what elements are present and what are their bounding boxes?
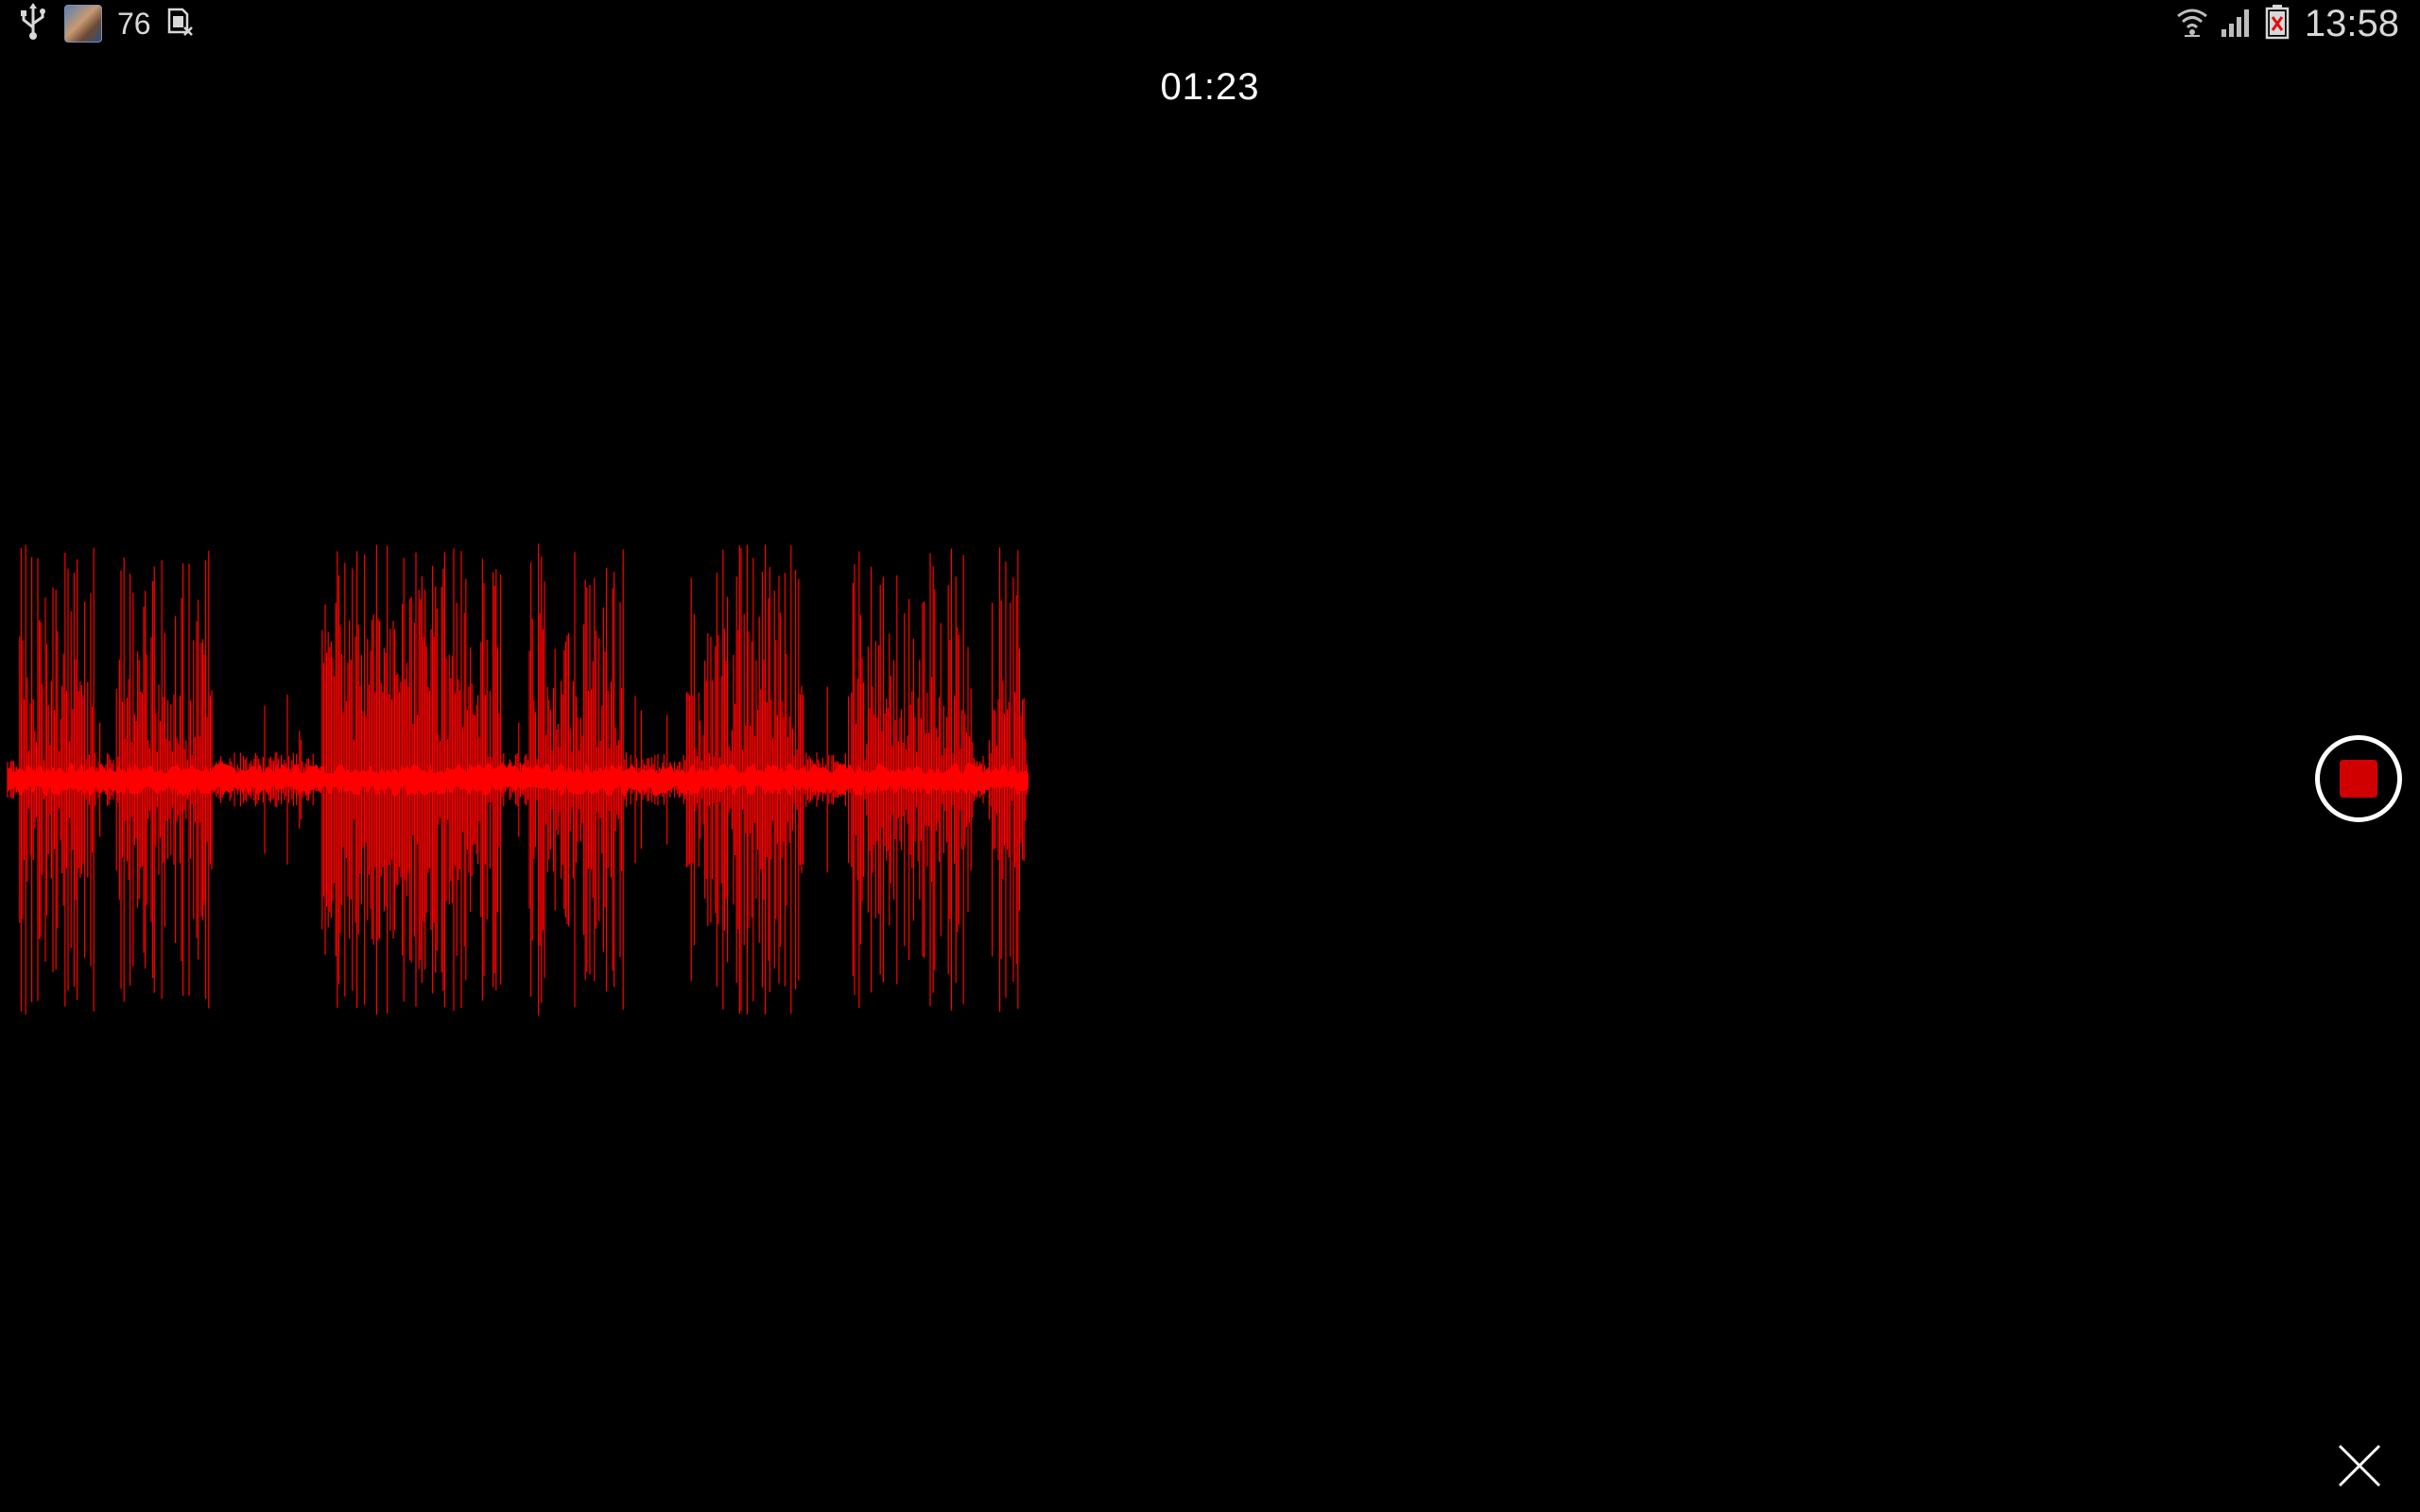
audio-waveform <box>7 543 1028 1016</box>
elapsed-timer: 01:23 <box>1160 66 1260 108</box>
signal-icon <box>2220 5 2254 43</box>
notification-count: 76 <box>117 6 151 41</box>
status-bar: 76 13:58 <box>0 0 2420 47</box>
close-button[interactable] <box>2335 1441 2384 1490</box>
stop-record-button[interactable] <box>2315 735 2402 822</box>
status-clock: 13:58 <box>2304 2 2399 44</box>
status-bar-left: 76 <box>17 2 195 45</box>
close-icon <box>2338 1444 2381 1487</box>
battery-icon <box>2265 4 2290 44</box>
app-avatar-icon <box>64 5 102 43</box>
wifi-icon <box>2176 5 2208 43</box>
usb-icon <box>17 2 49 45</box>
stop-record-icon <box>2340 760 2377 798</box>
status-bar-right: 13:58 <box>2176 2 2399 45</box>
sim-card-icon <box>166 6 195 43</box>
screen: 76 13:58 01:23 <box>0 0 2420 1512</box>
